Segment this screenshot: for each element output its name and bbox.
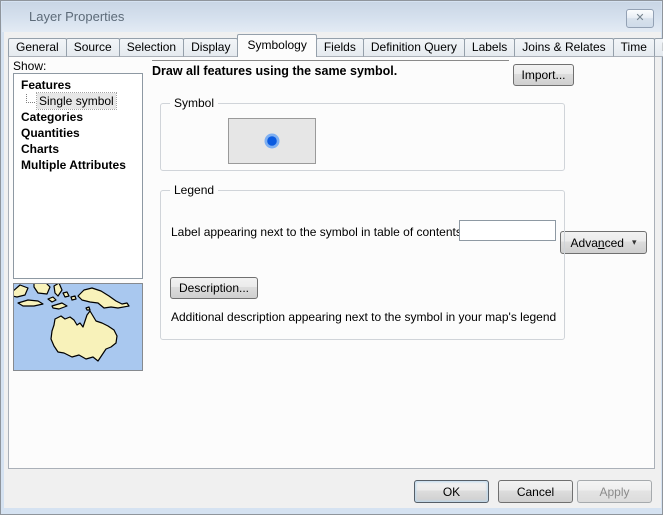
legend-group-title: Legend <box>170 183 218 197</box>
tab-symbology[interactable]: Symbology <box>237 34 316 57</box>
ok-button[interactable]: OK <box>414 480 489 503</box>
tab-fields[interactable]: Fields <box>316 38 364 57</box>
symbol-preview-button[interactable] <box>228 118 316 164</box>
tab-html-popup[interactable]: HTML Popup <box>654 38 663 57</box>
symbol-group-title: Symbol <box>170 96 218 110</box>
tab-joins-relates[interactable]: Joins & Relates <box>514 38 613 57</box>
point-symbol-icon <box>229 119 315 163</box>
tree-item-categories[interactable]: Categories <box>14 109 142 125</box>
legend-note: Additional description appearing next to… <box>171 310 556 324</box>
close-icon[interactable]: ✕ <box>626 9 654 28</box>
tab-strip: General Source Selection Display Symbolo… <box>8 34 663 57</box>
titlebar[interactable]: Layer Properties ✕ <box>2 2 661 32</box>
apply-button[interactable]: Apply <box>577 480 652 503</box>
chevron-down-icon: ▾ <box>632 237 637 248</box>
tree-item-quantities[interactable]: Quantities <box>14 125 142 141</box>
tab-display[interactable]: Display <box>183 38 238 57</box>
tree-item-single-symbol[interactable]: Single symbol <box>14 93 142 109</box>
tree-item-multiple-attributes[interactable]: Multiple Attributes <box>14 157 142 173</box>
tab-source[interactable]: Source <box>66 38 120 57</box>
renderer-description: Draw all features using the same symbol. <box>152 64 397 78</box>
tree-item-charts[interactable]: Charts <box>14 141 142 157</box>
tab-selection[interactable]: Selection <box>119 38 184 57</box>
tree-item-features[interactable]: Features <box>14 77 142 93</box>
window-title: Layer Properties <box>29 2 124 32</box>
header-divider <box>152 60 509 61</box>
tab-time[interactable]: Time <box>613 38 655 57</box>
symbol-group: Symbol Advanced ▾ <box>160 103 565 171</box>
show-label: Show: <box>13 59 46 73</box>
renderer-tree: Features Single symbol Categories Quanti… <box>13 73 143 279</box>
legend-group: Legend Label appearing next to the symbo… <box>160 190 565 340</box>
tree-elbow-icon <box>26 94 35 103</box>
description-button[interactable]: Description... <box>170 277 258 299</box>
legend-label-caption: Label appearing next to the symbol in ta… <box>171 225 465 239</box>
tab-labels[interactable]: Labels <box>464 38 515 57</box>
map-thumbnail <box>14 284 142 370</box>
legend-label-input[interactable] <box>459 220 556 241</box>
tab-definition-query[interactable]: Definition Query <box>363 38 465 57</box>
layer-preview-map <box>13 283 143 371</box>
tab-general[interactable]: General <box>8 38 67 57</box>
import-button[interactable]: Import... <box>513 64 574 86</box>
cancel-button[interactable]: Cancel <box>498 480 573 503</box>
advanced-button[interactable]: Advanced ▾ <box>560 231 647 254</box>
advanced-label: Advanced <box>571 236 624 250</box>
